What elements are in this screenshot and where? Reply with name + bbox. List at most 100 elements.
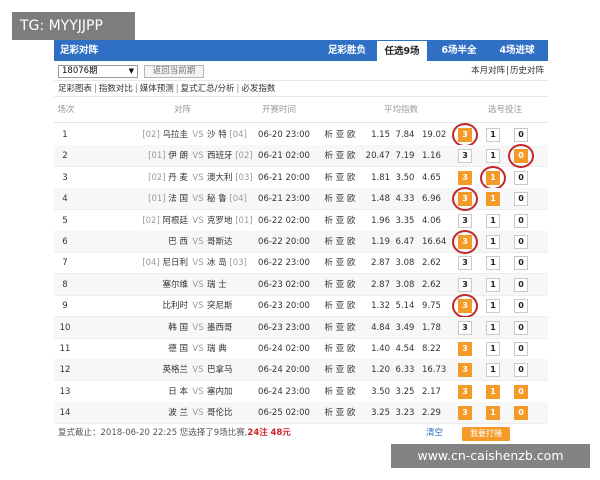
match-number: 7 <box>62 258 68 269</box>
option-1-button[interactable]: 1 <box>486 213 500 228</box>
option-0-button[interactable]: 0 <box>514 299 528 314</box>
home-team-name[interactable]: 丹 麦 <box>168 173 188 183</box>
away-team: 巴拿马 <box>207 359 233 381</box>
link-chart[interactable]: 足彩图表 <box>58 84 92 94</box>
home-team-name[interactable]: 日 本 <box>168 387 188 397</box>
analysis-links[interactable]: 析 亚 欧 <box>320 317 360 339</box>
analysis-links[interactable]: 析 亚 欧 <box>320 252 360 274</box>
analysis-links[interactable]: 析 亚 欧 <box>320 231 360 253</box>
away-team-name[interactable]: 秘 鲁 <box>207 194 227 204</box>
option-3-button[interactable]: 3 <box>458 384 472 399</box>
home-team-name[interactable]: 尼日利 <box>162 258 188 268</box>
home-team-name[interactable]: 波 兰 <box>168 408 188 418</box>
home-team-name[interactable]: 伊 朗 <box>168 151 188 161</box>
away-team-name[interactable]: 哥伦比 <box>207 408 233 418</box>
home-team-name[interactable]: 韩 国 <box>168 323 188 333</box>
analysis-links[interactable]: 析 亚 欧 <box>320 145 360 167</box>
option-0-button[interactable]: 0 <box>514 277 528 292</box>
analysis-links[interactable]: 析 亚 欧 <box>320 210 360 232</box>
footer: 复式截止：2018-06-20 22:25 您选择了9场比赛,24注 48元 清… <box>54 423 548 444</box>
option-3-button[interactable]: 3 <box>458 170 472 185</box>
option-0-button[interactable]: 0 <box>514 192 528 207</box>
away-team-name[interactable]: 塞内加 <box>207 387 233 397</box>
option-1-button[interactable]: 1 <box>486 363 500 378</box>
back-to-current-button[interactable]: 返回当前期 <box>144 65 204 78</box>
option-1-button[interactable]: 1 <box>486 192 500 207</box>
option-1-button[interactable]: 1 <box>486 128 500 142</box>
history-link[interactable]: 历史对阵 <box>510 66 544 76</box>
option-1-button[interactable]: 1 <box>486 342 500 356</box>
option-0-button[interactable]: 0 <box>514 256 528 271</box>
month-link[interactable]: 本月对阵 <box>471 66 505 76</box>
away-team-name[interactable]: 墨西哥 <box>207 323 233 333</box>
option-1-button[interactable]: 1 <box>486 320 500 335</box>
home-team-name[interactable]: 法 国 <box>168 194 188 204</box>
option-3-button[interactable]: 3 <box>458 320 472 335</box>
option-3-button[interactable]: 3 <box>458 406 472 421</box>
odds-win: 1.81 <box>371 172 390 183</box>
analysis-links[interactable]: 析 亚 欧 <box>320 359 360 381</box>
table-row: 4 [01] 法 国 VS 秘 鲁 [04] 06-21 23:00 析 亚 欧 1.48 4… <box>54 187 548 212</box>
buy-button[interactable]: 我要打赌 <box>462 427 510 441</box>
option-3-button[interactable]: 3 <box>458 342 472 356</box>
home-team-name[interactable]: 塞尔维 <box>162 280 188 290</box>
option-0-button[interactable]: 0 <box>514 213 528 228</box>
option-0-button[interactable]: 0 <box>514 128 528 142</box>
option-0-button[interactable]: 0 <box>514 384 528 399</box>
option-1-button[interactable]: 1 <box>486 149 500 164</box>
away-team-name[interactable]: 瑞 士 <box>207 280 227 290</box>
option-0-button[interactable]: 0 <box>514 320 528 335</box>
home-team-name[interactable]: 德 国 <box>168 344 188 354</box>
odds-win: 1.48 <box>371 194 390 205</box>
option-3-button[interactable]: 3 <box>458 149 472 164</box>
away-team-name[interactable]: 冰 岛 <box>207 258 227 268</box>
issue-select[interactable]: 18076期 ▼ <box>58 65 138 78</box>
away-team-name[interactable]: 克罗地 <box>207 216 233 226</box>
link-index-compare[interactable]: 指数对比 <box>99 84 133 94</box>
option-3-button[interactable]: 3 <box>458 363 472 378</box>
option-1-button[interactable]: 1 <box>486 384 500 399</box>
odds-draw: 4.33 <box>395 194 415 205</box>
option-3-button[interactable]: 3 <box>458 277 472 292</box>
home-team-name[interactable]: 阿根廷 <box>162 216 188 226</box>
tab-4-jinqiu[interactable]: 4场进球 <box>490 40 544 61</box>
option-1-button[interactable]: 1 <box>486 406 500 421</box>
tab-6-banquan[interactable]: 6场半全 <box>434 40 484 61</box>
option-1-button[interactable]: 1 <box>486 256 500 271</box>
analysis-links[interactable]: 析 亚 欧 <box>320 381 360 403</box>
away-team-name[interactable]: 瑞 典 <box>207 344 227 354</box>
away-team-name[interactable]: 巴拿马 <box>207 365 233 375</box>
option-3-button[interactable]: 3 <box>458 213 472 228</box>
option-1-button[interactable]: 1 <box>486 277 500 292</box>
home-team-name[interactable]: 比利时 <box>162 301 188 311</box>
option-0-button[interactable]: 0 <box>514 235 528 249</box>
home-team-name[interactable]: 英格兰 <box>162 365 188 375</box>
option-1-button[interactable]: 1 <box>486 235 500 249</box>
analysis-links[interactable]: 析 亚 欧 <box>320 295 360 317</box>
option-1-button[interactable]: 1 <box>486 299 500 314</box>
home-team-name[interactable]: 乌拉圭 <box>162 130 188 140</box>
option-0-button[interactable]: 0 <box>514 363 528 378</box>
away-team-name[interactable]: 突尼斯 <box>207 301 233 311</box>
analysis-links[interactable]: 析 亚 欧 <box>320 188 360 210</box>
analysis-links[interactable]: 析 亚 欧 <box>320 274 360 296</box>
option-0-button[interactable]: 0 <box>514 342 528 356</box>
link-media-prediction[interactable]: 媒体预测 <box>140 84 174 94</box>
tab-renxuan9[interactable]: 任选9场 <box>376 40 428 61</box>
home-team-name[interactable]: 巴 西 <box>168 237 188 247</box>
option-0-button[interactable]: 0 <box>514 170 528 185</box>
analysis-links[interactable]: 析 亚 欧 <box>320 124 360 146</box>
option-0-button[interactable]: 0 <box>514 406 528 421</box>
away-team-name[interactable]: 澳大利 <box>207 173 233 183</box>
analysis-links[interactable]: 析 亚 欧 <box>320 338 360 360</box>
clear-link[interactable]: 清空 <box>426 423 443 444</box>
away-team-name[interactable]: 西班牙 <box>207 151 233 161</box>
away-team-name[interactable]: 沙 特 <box>207 130 227 140</box>
link-bifa-index[interactable]: 必发指数 <box>241 84 275 94</box>
link-summary[interactable]: 复式汇总/分析 <box>181 84 235 94</box>
analysis-links[interactable]: 析 亚 欧 <box>320 167 360 189</box>
option-3-button[interactable]: 3 <box>458 256 472 271</box>
tab-shengfu[interactable]: 足彩胜负 <box>322 40 372 61</box>
away-team-name[interactable]: 哥斯达 <box>207 237 233 247</box>
analysis-links[interactable]: 析 亚 欧 <box>320 402 360 424</box>
